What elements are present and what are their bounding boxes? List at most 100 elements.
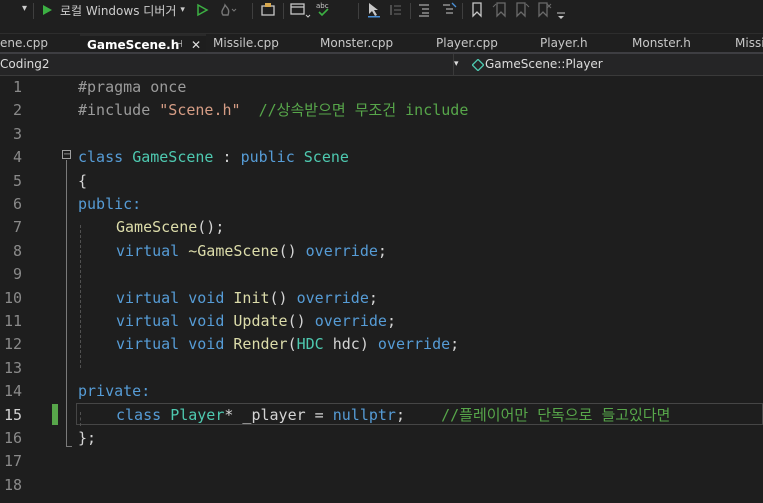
toolbar-separator — [33, 3, 34, 19]
project-dropdown[interactable]: Coding2 — [0, 54, 455, 75]
code-line-8: virtual ~GameScene() override; — [116, 241, 387, 260]
start-without-debugging-button[interactable] — [195, 0, 209, 20]
uncomment-lines-button[interactable] — [440, 0, 458, 20]
scope-dropdown[interactable]: ▾ GameScene::Player — [453, 54, 763, 75]
code-line-11: virtual void Update() override; — [116, 312, 396, 330]
next-bookmark-button[interactable] — [514, 0, 530, 20]
code-line-1: #pragma once — [78, 78, 187, 96]
bookmark-icon — [472, 2, 482, 18]
tab-label: Missile.cpp — [213, 36, 279, 50]
fold-range-line — [66, 160, 67, 447]
line-number: 13 — [3, 358, 22, 377]
solution-explorer-button[interactable] — [260, 0, 276, 20]
window-icon — [290, 3, 311, 18]
toolbar-overflow-button[interactable] — [556, 6, 566, 26]
code-line-4: class GameScene : public Scene — [78, 148, 349, 167]
tab-missile-cpp[interactable]: Missile.cpp — [206, 34, 312, 52]
uncomment-lines-icon — [443, 2, 457, 14]
code-line-2: #include "Scene.h" //상속받으면 무조건 include — [78, 101, 469, 120]
tab-monster-h[interactable]: Monster.h — [624, 34, 728, 52]
tab-monster-cpp[interactable]: Monster.cpp — [312, 34, 428, 52]
play-outline-icon — [197, 3, 209, 17]
overflow-icon — [557, 12, 565, 19]
tab-player-cpp[interactable]: Player.cpp — [428, 34, 532, 52]
line-number: 6 — [12, 195, 22, 213]
line-number: 8 — [12, 241, 22, 260]
code-line-6: public: — [78, 195, 142, 213]
tab-missile-h[interactable]: Missi — [728, 34, 763, 52]
code-editor[interactable]: 1 2 3 4 5 6 7 8 9 10 11 12 13 14 15 16 17 18 − #pragma on… — [0, 76, 763, 503]
tab-label: Monster.h — [632, 36, 691, 50]
line-number: 16 — [3, 429, 22, 447]
line-number: 4 — [12, 148, 22, 167]
change-indicator — [52, 404, 58, 425]
clear-bookmarks-button[interactable] — [536, 0, 552, 20]
chevron-down-icon: ▾ — [22, 3, 28, 14]
spell-check-button[interactable]: abc — [314, 0, 334, 20]
toolbar-separator — [252, 3, 253, 19]
fold-range-end — [66, 446, 72, 447]
tab-gamescene-h[interactable]: GameScene.h ⊣ ✕ — [80, 34, 206, 52]
line-number: 18 — [3, 475, 22, 494]
hot-reload-button[interactable] — [219, 0, 237, 20]
toolbar-separator — [358, 3, 359, 19]
line-number: 14 — [3, 382, 22, 401]
indent-icon — [390, 5, 401, 15]
toggle-bookmark-button[interactable] — [470, 0, 484, 20]
play-icon — [43, 5, 52, 15]
pin-icon[interactable]: ⊣ — [174, 36, 183, 52]
indent-button[interactable] — [388, 0, 404, 20]
chevron-down-icon: ▾ — [180, 5, 185, 15]
tab-label: Player.cpp — [436, 36, 498, 50]
indent-guide — [80, 225, 81, 368]
tab-label: Monster.cpp — [320, 36, 394, 50]
bookmark-clear-icon — [538, 2, 552, 18]
bookmark-next-icon — [516, 2, 530, 18]
code-line-12: virtual void Render(HDC hdc) override; — [116, 335, 460, 354]
indent-guide — [80, 412, 81, 426]
member-icon — [472, 59, 484, 71]
line-number: 2 — [12, 101, 22, 120]
code-line-10: virtual void Init() override; — [116, 288, 378, 307]
toolbar-separator — [462, 3, 463, 19]
bookmark-prev-icon — [492, 2, 506, 18]
fold-collapse-icon[interactable]: − — [62, 150, 71, 160]
project-name: Coding2 — [0, 57, 50, 71]
tab-scene-cpp[interactable]: ene.cpp — [0, 34, 80, 52]
code-line-15: class Player* _player = nullptr; //플레이어만… — [116, 405, 671, 424]
previous-bookmark-button[interactable] — [492, 0, 508, 20]
spell-check-icon: abc — [316, 2, 329, 17]
tab-label: Player.h — [540, 36, 588, 50]
line-number: 10 — [3, 288, 22, 307]
line-number: 15 — [3, 405, 22, 424]
folder-icon — [261, 3, 275, 16]
format-selection-button[interactable] — [366, 0, 382, 20]
svg-text:abc: abc — [316, 2, 329, 10]
document-tabs: ene.cpp GameScene.h ⊣ ✕ Missile.cpp Mons… — [0, 34, 763, 54]
code-line-7: GameScene(); — [116, 218, 225, 237]
flame-icon — [221, 3, 237, 16]
line-number: 17 — [3, 452, 22, 471]
code-line-16: }; — [78, 429, 97, 447]
code-line-5: { — [78, 171, 88, 190]
scope-name: GameScene::Player — [485, 57, 603, 71]
line-number: 7 — [12, 218, 22, 237]
tab-player-h[interactable]: Player.h — [532, 34, 624, 52]
toolbar: ▾ 로컬 Windows 디버거 ▾ abc — [0, 0, 763, 34]
comment-lines-button[interactable] — [416, 0, 432, 20]
window-layout-button[interactable] — [290, 0, 312, 20]
comment-lines-icon — [419, 4, 429, 17]
close-icon[interactable]: ✕ — [191, 36, 201, 52]
tab-label: ene.cpp — [0, 36, 49, 50]
code-line-14: private: — [78, 382, 151, 401]
toolbar-separator — [410, 3, 411, 19]
tab-label: Missi — [735, 36, 763, 50]
line-number: 11 — [3, 312, 22, 330]
line-number: 9 — [12, 265, 22, 284]
chevron-down-icon: ▾ — [454, 59, 459, 69]
start-debugging-button[interactable]: 로컬 Windows 디버거 ▾ — [40, 0, 185, 20]
toolbar-separator — [283, 3, 284, 19]
navigation-bar: Coding2 ▾ GameScene::Player — [0, 54, 763, 76]
line-number: 12 — [3, 335, 22, 354]
tab-label: GameScene.h — [87, 38, 180, 52]
